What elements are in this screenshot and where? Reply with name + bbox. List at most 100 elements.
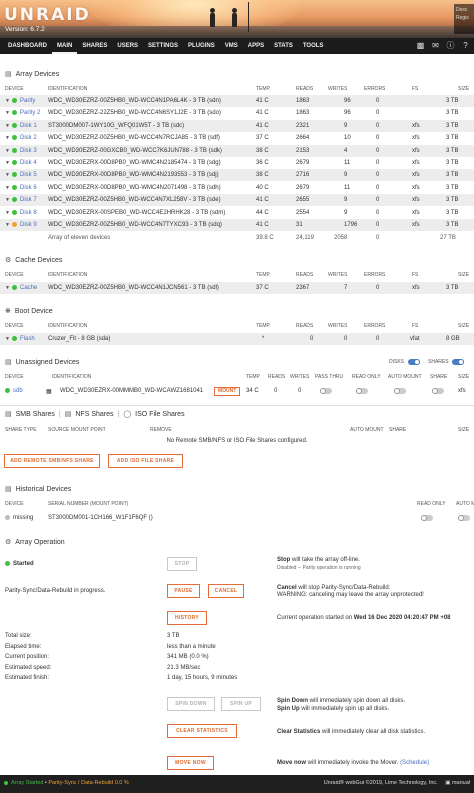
expand-arrow-icon[interactable]: ▼ (5, 132, 10, 144)
nav-vms[interactable]: VMS (220, 38, 243, 54)
expand-arrow-icon[interactable]: ▼ (5, 120, 10, 132)
cache-row[interactable]: ▼ Cache WDC_WD30EZRZ-00Z5HB0_WD-WCC4N1JC… (0, 282, 474, 294)
add-remote-share-button[interactable]: ADD REMOTE SMB/NFS SHARE (4, 454, 100, 468)
add-iso-share-button[interactable]: ADD ISO FILE SHARE (108, 454, 183, 468)
array-device-row[interactable]: ▼ Parity 2 WDC_WD30EZRZ-22Z5HB0_WD-WCC4N6S… (0, 107, 474, 119)
array-device-row[interactable]: ▼ Disk 2 WDC_WD30EZRZ-00Z5HB0_WD-WCC4N7RCJ… (0, 132, 474, 144)
device-label[interactable]: Flash (20, 336, 35, 342)
device-label[interactable]: Disk 8 (20, 210, 37, 216)
device-label[interactable]: Disk 1 (20, 123, 37, 129)
device-label[interactable]: Disk 4 (20, 160, 37, 166)
array-device-row[interactable]: ▼ Disk 1 ST3000DM007-1WY10G_WFQ01W5T - 3 T… (0, 119, 474, 132)
nav-shares[interactable]: SHARES (77, 38, 112, 54)
share-toggle[interactable] (432, 388, 444, 394)
array-device-row[interactable]: ▼ Disk 4 WDC_WD30EZRX-00D8PB0_WD-WMC4N2185… (0, 157, 474, 169)
expand-arrow-icon[interactable]: ▼ (5, 219, 10, 231)
expand-arrow-icon[interactable]: ▼ (5, 182, 10, 194)
device-label[interactable]: sdb (13, 388, 23, 394)
nav-apps[interactable]: APPS (243, 38, 269, 54)
array-device-row[interactable]: ▼ Disk 5 WDC_WD30EZRX-00D8PB0_WD-WMC4N2193… (0, 169, 474, 182)
tab-nfs-shares[interactable]: NFS Shares (75, 411, 113, 418)
device-name[interactable]: Disk 7 (12, 194, 37, 206)
info-icon[interactable]: ⓘ (446, 41, 455, 50)
boot-row[interactable]: ▼ Flash Cruzer_Fit - 8 GB (sda) * 0 0 0 … (0, 333, 474, 345)
device-name[interactable]: Parity (12, 95, 35, 107)
nav-plugins[interactable]: PLUGINS (183, 38, 220, 54)
pass-thru-toggle[interactable] (320, 388, 332, 394)
expand-arrow-icon[interactable]: ▼ (5, 333, 10, 345)
device-name[interactable]: Disk 8 (12, 207, 37, 219)
cancel-button[interactable]: CANCEL (208, 584, 244, 598)
server-icon: ▤ (5, 71, 12, 78)
device-name[interactable]: Disk 4 (12, 157, 37, 169)
array-device-row[interactable]: ▼ Disk 3 WDC_WD30EZRZ-00GXCB0_WD-WCC7K6JUN… (0, 144, 474, 157)
device-label[interactable]: Disk 6 (20, 185, 37, 191)
feedback-icon[interactable]: ✉ (431, 41, 440, 50)
expand-arrow-icon[interactable]: ▼ (5, 157, 10, 169)
expand-arrow-icon[interactable]: ▼ (5, 107, 10, 119)
device-name[interactable]: Disk 3 (12, 145, 37, 157)
device-label[interactable]: Disk 3 (20, 148, 37, 154)
device-label[interactable]: Disk 9 (20, 222, 37, 228)
array-device-row[interactable]: ▼ Disk 8 WDC_WD30EZRX-00SPEB0_WD-WCC4E2HRH… (0, 207, 474, 219)
expand-arrow-icon[interactable]: ▼ (5, 194, 10, 206)
spin-down-button[interactable]: SPIN DOWN (167, 697, 215, 711)
device-name[interactable]: Disk 2 (12, 132, 37, 144)
expand-arrow-icon[interactable]: ▼ (5, 207, 10, 219)
disk-log-icon[interactable]: ▦ (46, 386, 52, 398)
tab-iso-shares[interactable]: ISO File Shares (135, 411, 184, 418)
history-button[interactable]: HISTORY (167, 611, 207, 625)
expand-arrow-icon[interactable]: ▼ (5, 145, 10, 157)
clear-statistics-button[interactable]: CLEAR STATISTICS (167, 724, 237, 738)
device-name[interactable]: Parity 2 (12, 107, 40, 119)
device-label[interactable]: Disk 2 (20, 135, 37, 141)
auto-mount-toggle[interactable] (394, 388, 406, 394)
device-name[interactable]: Flash (12, 333, 35, 345)
read-only-toggle[interactable] (356, 388, 368, 394)
device-name[interactable]: sdb (5, 385, 23, 397)
array-device-row[interactable]: ▼ Parity WDC_WD30EZRZ-00Z5HB0_WD-WCC4N1PA6… (0, 95, 474, 107)
device-label[interactable]: Disk 5 (20, 172, 37, 178)
device-name[interactable]: Disk 9 (12, 219, 37, 231)
nav-tools[interactable]: TOOLS (298, 38, 329, 54)
spin-up-button[interactable]: SPIN UP (221, 697, 261, 711)
expand-arrow-icon[interactable]: ▼ (5, 169, 10, 181)
device-name[interactable]: Disk 1 (12, 120, 37, 132)
expand-arrow-icon[interactable]: ▼ (5, 282, 10, 294)
move-now-button[interactable]: MOVE NOW (167, 756, 214, 770)
mount-button[interactable]: MOUNT (214, 387, 241, 396)
shares-toggle[interactable] (452, 359, 464, 365)
device-label[interactable]: Parity 2 (20, 110, 40, 116)
nav-main[interactable]: MAIN (52, 38, 78, 54)
device-name[interactable]: Disk 5 (12, 169, 37, 181)
nav-dashboard[interactable]: DASHBOARD (3, 38, 52, 54)
historical-row[interactable]: missing ST3000DM001-1CH166_W1F1F6QF () (0, 512, 474, 524)
manual-link[interactable]: manual (452, 780, 470, 786)
stat-label: Estimated speed: (5, 664, 52, 671)
device-size: 8 GB (446, 336, 460, 342)
array-device-row[interactable]: ▼ Disk 9 WDC_WD30EZRZ-00Z5HB0_WD-WCC4N7TYX… (0, 219, 474, 231)
read-only-toggle[interactable] (421, 515, 433, 521)
device-size: 3 TB (446, 209, 459, 216)
disks-toggle[interactable] (408, 359, 420, 365)
nav-stats[interactable]: STATS (269, 38, 298, 54)
device-name[interactable]: Disk 6 (12, 182, 37, 194)
device-label[interactable]: Cache (20, 285, 37, 291)
stop-button[interactable]: STOP (167, 557, 197, 571)
unraid-logo[interactable]: UNRAID (4, 5, 91, 25)
array-device-row[interactable]: ▼ Disk 7 WDC_WD30EZRZ-00Z5HB0_WD-WCC4N7XL2… (0, 194, 474, 207)
help-icon[interactable]: ? (461, 41, 470, 50)
manual-icon[interactable]: ▣ (445, 780, 450, 786)
schedule-link[interactable]: (Schedule) (400, 760, 429, 766)
expand-arrow-icon[interactable]: ▼ (5, 95, 10, 107)
device-name[interactable]: Cache (12, 282, 37, 294)
terminal-icon[interactable]: ▩ (416, 41, 425, 50)
tab-smb-shares[interactable]: SMB Shares (16, 411, 55, 418)
device-label[interactable]: Disk 7 (20, 197, 37, 203)
pause-button[interactable]: PAUSE (167, 584, 200, 598)
nav-settings[interactable]: SETTINGS (143, 38, 183, 54)
auto-mount-toggle[interactable] (458, 515, 470, 521)
array-device-row[interactable]: ▼ Disk 6 WDC_WD30EZRX-00D8PB0_WD-WMC4N2071… (0, 182, 474, 194)
nav-users[interactable]: USERS (112, 38, 143, 54)
device-label[interactable]: Parity (20, 98, 35, 104)
